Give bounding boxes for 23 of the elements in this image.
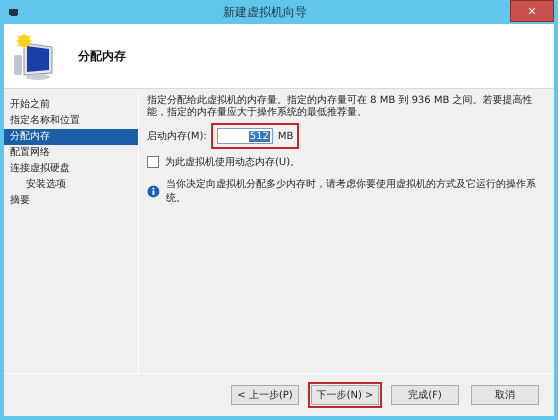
- wizard-button[interactable]: 下一步(N) >: [311, 385, 379, 405]
- step-item[interactable]: 指定名称和位置: [4, 113, 138, 129]
- wizard-button[interactable]: 完成(F): [391, 385, 459, 405]
- wizard-button[interactable]: 取消: [471, 385, 539, 405]
- unit-label: MB: [278, 130, 294, 142]
- info-text: 当你决定向虚拟机分配多少内存时，请考虑你要使用虚拟机的方式及它运行的操作系统。: [166, 178, 537, 205]
- memory-input[interactable]: 512: [216, 128, 273, 144]
- close-button[interactable]: ✕: [510, 0, 554, 22]
- field-label: 启动内存(M):: [147, 130, 207, 143]
- step-item[interactable]: 分配内存: [4, 129, 138, 145]
- step-item[interactable]: 安装选项: [4, 177, 138, 193]
- step-item[interactable]: 连接虚拟硬盘: [4, 161, 138, 177]
- info-icon: [147, 184, 160, 198]
- window-title: 新建虚拟机向导: [222, 4, 308, 20]
- description-text: 指定分配给此虚拟机的内存量。指定的内存量可在 8 MB 到 936 MB 之间。若要提高性能，指定的内存量应大于操作系统的最低推荐量。: [147, 95, 534, 119]
- step-item[interactable]: 配置网络: [4, 145, 138, 161]
- page-heading: 分配内存: [78, 48, 126, 64]
- wizard-button[interactable]: < 上一步(P): [231, 385, 299, 405]
- step-item[interactable]: 摘要: [4, 193, 138, 209]
- step-item[interactable]: 开始之前: [4, 97, 138, 113]
- checkbox[interactable]: [147, 156, 159, 168]
- checkbox-label[interactable]: 为此虚拟机使用动态内存(U)。: [165, 155, 300, 169]
- app-icon: [8, 7, 20, 17]
